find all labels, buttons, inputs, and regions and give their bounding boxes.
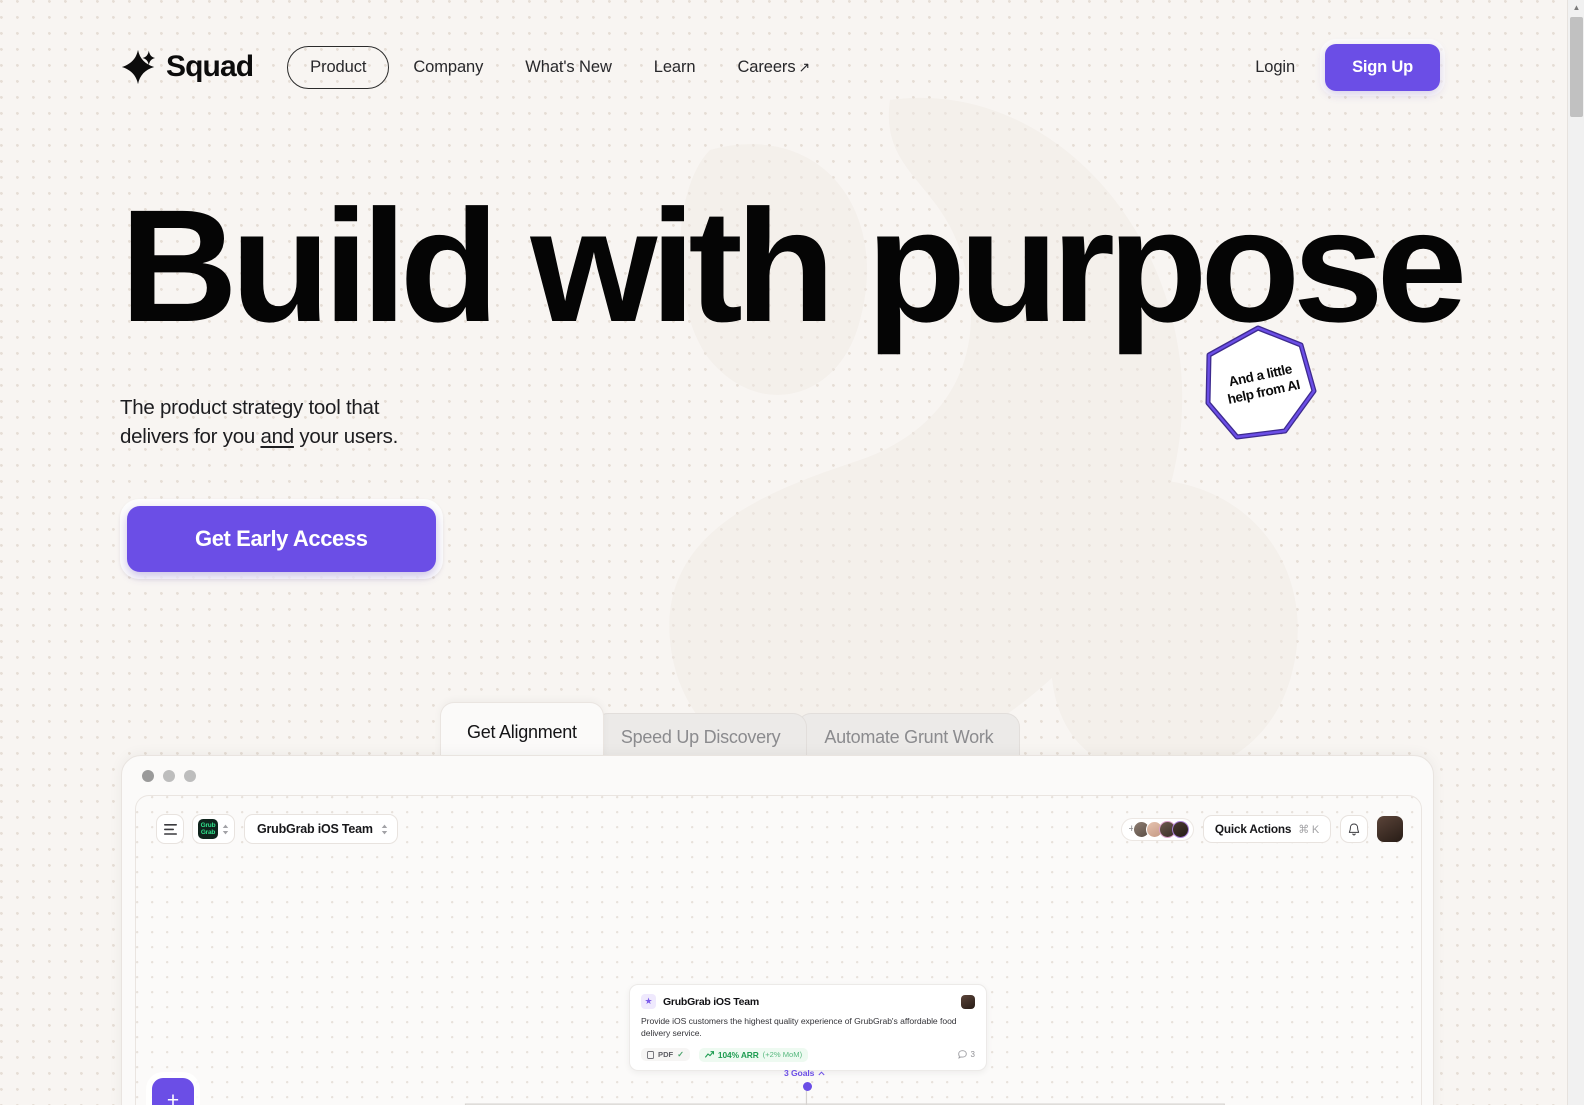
- hero-subtitle-line1: The product strategy tool that: [120, 396, 380, 420]
- node-card-footer: PDF ✓ 104% ARR (+2% MoM) 3: [641, 1047, 975, 1062]
- goals-label-text: 3 Goals: [784, 1068, 815, 1078]
- comment-count[interactable]: 3: [957, 1050, 975, 1060]
- avatar: [1171, 820, 1189, 838]
- window-chrome: [122, 756, 1433, 795]
- cta-frame: Get Early Access: [120, 499, 443, 580]
- app-canvas: Grub Grab GrubGrab iOS Team + Quick Acti…: [135, 795, 1422, 1105]
- comment-count-value: 3: [970, 1050, 975, 1060]
- user-avatar[interactable]: [1377, 816, 1403, 842]
- chevron-updown-icon: [222, 824, 229, 835]
- add-node-button[interactable]: +: [152, 1078, 194, 1105]
- scrollbar-thumb[interactable]: [1570, 17, 1583, 117]
- window-maximize-dot[interactable]: [184, 769, 196, 782]
- nav-actions: Login Sign Up: [1255, 43, 1440, 91]
- star-icon: ★: [641, 994, 656, 1009]
- hamburger-icon: [163, 823, 177, 835]
- squad-sparkle-icon: [121, 49, 156, 85]
- login-link[interactable]: Login: [1255, 58, 1295, 77]
- quick-actions-shortcut: ⌘ K: [1298, 823, 1319, 836]
- member-avatar-group[interactable]: +: [1121, 817, 1194, 841]
- arr-metric-delta: (+2% MoM): [762, 1050, 803, 1060]
- tab-speed-up-discovery[interactable]: Speed Up Discovery: [593, 713, 808, 760]
- chevron-up-icon: [818, 1068, 825, 1078]
- quick-actions-button[interactable]: Quick Actions ⌘ K: [1202, 815, 1331, 843]
- page-root: Squad Product Company What's New Learn C…: [0, 0, 1584, 1105]
- hero-subtitle-emphasis: and: [260, 425, 294, 449]
- nav-item-company[interactable]: Company: [395, 48, 501, 87]
- nav-item-careers-label: Careers: [737, 57, 796, 76]
- nav-item-whats-new[interactable]: What's New: [507, 48, 630, 87]
- pdf-chip-label: PDF: [658, 1050, 674, 1060]
- node-card-header: ★ GrubGrab iOS Team: [641, 994, 975, 1009]
- app-toolbar-actions: + Quick Actions ⌘ K: [1121, 815, 1403, 843]
- nav-links: Product Company What's New Learn Careers…: [287, 45, 828, 89]
- team-selector-chevron-updown-icon: [381, 824, 388, 835]
- comment-icon: [957, 1050, 967, 1060]
- grubgrab-logo-bottom: Grab: [200, 829, 216, 836]
- signup-button[interactable]: Sign Up: [1325, 43, 1440, 91]
- scroll-up-arrow-icon[interactable]: ▲: [1568, 0, 1584, 15]
- quick-actions-label: Quick Actions: [1214, 822, 1292, 836]
- tab-automate-grunt-work[interactable]: Automate Grunt Work: [797, 713, 1021, 760]
- notifications-button[interactable]: [1340, 815, 1368, 843]
- brand-logo[interactable]: Squad: [120, 49, 254, 85]
- tab-get-alignment[interactable]: Get Alignment: [440, 702, 604, 760]
- window-minimize-dot[interactable]: [163, 769, 175, 782]
- check-icon: ✓: [677, 1050, 684, 1060]
- sidebar-toggle-button[interactable]: [156, 814, 184, 844]
- window-close-dot[interactable]: [142, 769, 154, 782]
- app-preview-window: Grub Grab GrubGrab iOS Team + Quick Acti…: [121, 755, 1434, 1105]
- feature-tabs: Get Alignment Speed Up Discovery Automat…: [440, 702, 1021, 760]
- goals-expander[interactable]: 3 Goals: [784, 1068, 825, 1078]
- team-selector-label: GrubGrab iOS Team: [257, 822, 373, 836]
- hero-subtitle-line2-after: your users.: [293, 425, 399, 449]
- page-scrollbar[interactable]: ▲: [1567, 0, 1584, 1105]
- ai-help-badge-text: And a little help from AI: [1192, 314, 1328, 453]
- hero-subtitle-line2-before: delivers for you: [120, 425, 261, 449]
- get-early-access-button[interactable]: Get Early Access: [127, 506, 436, 573]
- pdf-attachment-chip[interactable]: PDF ✓: [641, 1048, 690, 1062]
- ai-help-badge: And a little help from AI: [1203, 325, 1317, 443]
- team-selector[interactable]: GrubGrab iOS Team: [244, 814, 398, 844]
- nav-item-product[interactable]: Product: [287, 45, 390, 89]
- brand-name: Squad: [166, 50, 254, 83]
- external-link-icon: ↗: [798, 58, 811, 75]
- node-card-description: Provide iOS customers the highest qualit…: [641, 1016, 957, 1039]
- app-toolbar: Grub Grab GrubGrab iOS Team + Quick Acti…: [136, 796, 1421, 862]
- hero-title: Build with purpose: [120, 176, 1467, 355]
- trend-up-icon: [704, 1051, 714, 1058]
- workspace-switcher[interactable]: Grub Grab: [192, 814, 235, 844]
- nav-item-careers[interactable]: Careers ↗: [719, 48, 828, 87]
- hero-subtitle: The product strategy tool that delivers …: [120, 393, 500, 451]
- top-navigation: Squad Product Company What's New Learn C…: [0, 0, 1560, 134]
- grubgrab-logo: Grub Grab: [198, 819, 218, 839]
- nav-item-learn[interactable]: Learn: [636, 48, 714, 87]
- goal-root-node[interactable]: [803, 1082, 812, 1091]
- bell-icon: [1348, 822, 1360, 835]
- okr-node-card[interactable]: ★ GrubGrab iOS Team Provide iOS customer…: [629, 984, 987, 1071]
- document-icon: [647, 1050, 654, 1059]
- node-card-title: GrubGrab iOS Team: [663, 995, 759, 1008]
- arr-metric-value: 104% ARR: [717, 1049, 759, 1060]
- arr-metric-chip[interactable]: 104% ARR (+2% MoM): [698, 1047, 809, 1062]
- node-card-owner-avatar: [961, 994, 975, 1009]
- grubgrab-logo-top: Grub: [200, 822, 216, 829]
